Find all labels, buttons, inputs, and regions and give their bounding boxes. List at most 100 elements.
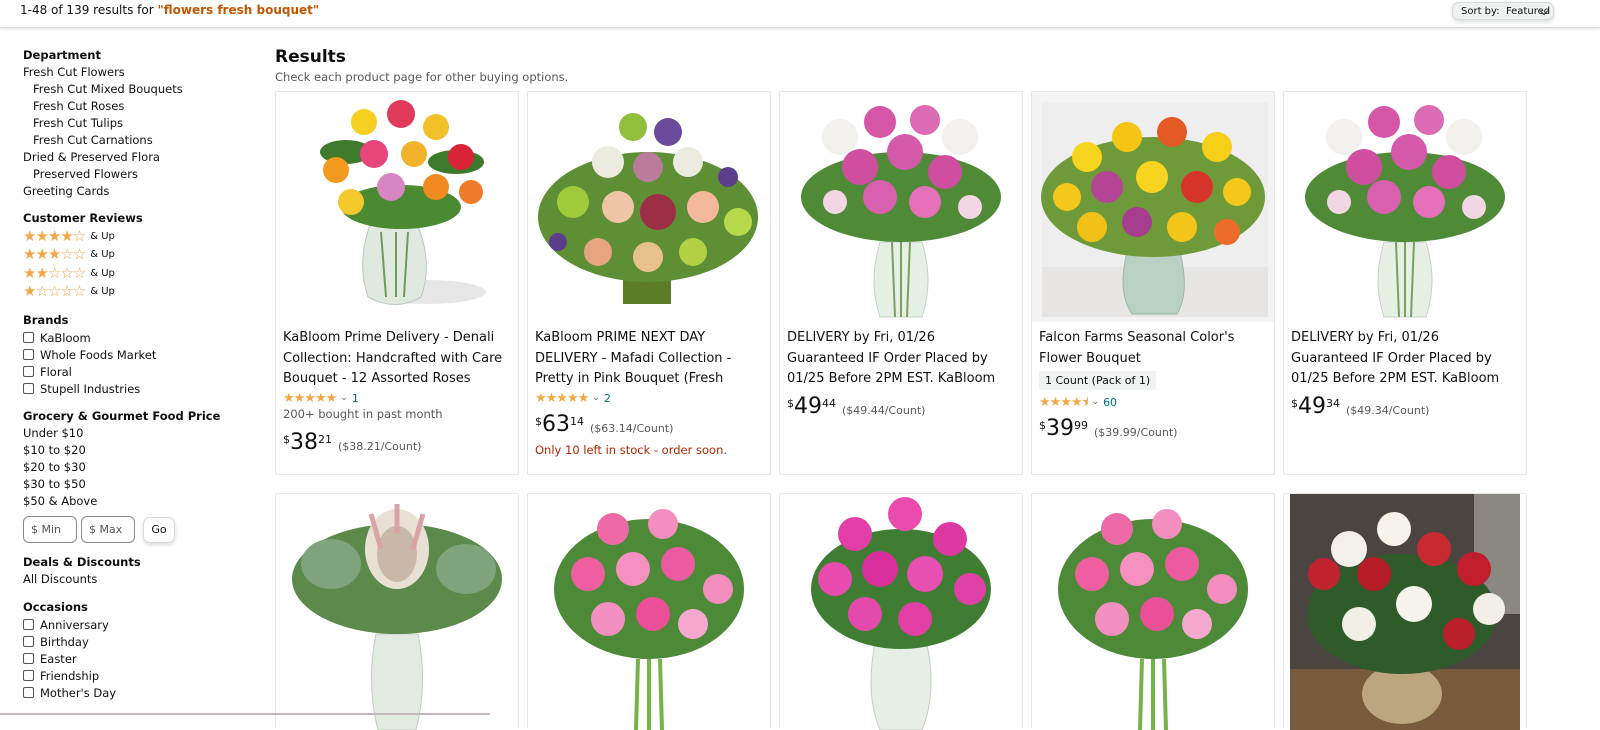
occasion-label: Birthday: [40, 634, 89, 649]
star-rating-icon: ★☆☆☆☆: [23, 282, 86, 301]
brands-heading: Brands: [23, 313, 69, 327]
price-range-inputs: $ Min $ Max Go: [23, 516, 243, 543]
brand-filter[interactable]: Whole Foods Market: [23, 346, 243, 363]
rating-count[interactable]: 1: [352, 392, 359, 405]
product-card[interactable]: DELIVERY by Fri, 01/26 Guaranteed IF Ord…: [1283, 91, 1527, 475]
product-image[interactable]: [1284, 92, 1526, 322]
department-link[interactable]: Fresh Cut Carnations: [23, 132, 243, 149]
star-rating-icon: ★★★☆☆: [23, 245, 86, 264]
search-query: "flowers fresh bouquet": [157, 3, 320, 17]
price-range-link[interactable]: $30 to $50: [23, 476, 243, 493]
all-discounts-link[interactable]: All Discounts: [23, 571, 243, 588]
rating-count[interactable]: 60: [1103, 396, 1117, 409]
department-link[interactable]: Fresh Cut Flowers: [23, 64, 243, 81]
product-image[interactable]: [1284, 494, 1526, 730]
sort-dropdown[interactable]: Sort by: Featured: [1452, 2, 1554, 20]
occasion-filter[interactable]: Easter: [23, 650, 243, 667]
product-image[interactable]: [1032, 92, 1274, 322]
department-link[interactable]: Fresh Cut Roses: [23, 98, 243, 115]
product-title[interactable]: DELIVERY by Fri, 01/26 Guaranteed IF Ord…: [787, 328, 1015, 389]
checkbox[interactable]: [23, 687, 34, 698]
product-price[interactable]: $ 63 14 ($63.14/Count): [535, 411, 763, 443]
product-card[interactable]: KaBloom PRIME NEXT DAY DELIVERY - Mafadi…: [527, 91, 771, 475]
product-image[interactable]: [780, 494, 1022, 730]
product-image[interactable]: [528, 494, 770, 730]
currency-symbol: $: [535, 415, 542, 428]
brand-label: Stupell Industries: [40, 381, 141, 396]
product-card[interactable]: KaBloom Prime Delivery - Denali Collecti…: [275, 91, 519, 475]
star-rating-icon: ★★★★★: [283, 390, 337, 406]
results-heading: Results: [275, 47, 346, 67]
department-link[interactable]: Preserved Flowers: [23, 166, 243, 183]
checkbox[interactable]: [23, 619, 34, 630]
price-fraction: 99: [1074, 419, 1088, 432]
product-rating[interactable]: ★★★★⯨ ⌄ 60: [1039, 393, 1267, 411]
product-price[interactable]: $ 49 34 ($49.34/Count): [1291, 393, 1519, 425]
product-title[interactable]: KaBloom PRIME NEXT DAY DELIVERY - Mafadi…: [535, 328, 763, 389]
product-image[interactable]: [1032, 494, 1274, 730]
occasion-filter[interactable]: Birthday: [23, 633, 243, 650]
checkbox[interactable]: [23, 653, 34, 664]
product-price[interactable]: $ 39 99 ($39.99/Count): [1039, 415, 1267, 447]
department-link[interactable]: Fresh Cut Tulips: [23, 115, 243, 132]
product-rating[interactable]: ★★★★★ ⌄ 1: [283, 389, 511, 407]
checkbox[interactable]: [23, 366, 34, 377]
product-card[interactable]: Falcon Farms Seasonal Color's Flower Bou…: [1031, 91, 1275, 475]
checkbox[interactable]: [23, 332, 34, 343]
product-image[interactable]: [528, 92, 770, 322]
product-card[interactable]: DELIVERY by Fri, 01/26 Guaranteed IF Ord…: [779, 91, 1023, 475]
occasion-filter[interactable]: Anniversary: [23, 616, 243, 633]
rating-filter-1[interactable]: ★☆☆☆☆ & Up: [23, 283, 243, 302]
department-link[interactable]: Dried & Preserved Flora: [23, 149, 243, 166]
occasion-label: Anniversary: [40, 617, 109, 632]
product-title[interactable]: KaBloom Prime Delivery - Denali Collecti…: [283, 328, 511, 389]
price-whole: 49: [1298, 394, 1326, 419]
bought-count: 200+ bought in past month: [283, 407, 443, 421]
product-card[interactable]: [1031, 493, 1275, 730]
filter-sidebar: Department Fresh Cut Flowers Fresh Cut M…: [23, 46, 243, 701]
min-price-input[interactable]: $ Min: [23, 516, 77, 543]
product-image[interactable]: [780, 92, 1022, 322]
go-button[interactable]: Go: [143, 516, 175, 543]
brand-filter[interactable]: Stupell Industries: [23, 380, 243, 397]
currency-symbol: $: [787, 397, 794, 410]
checkbox[interactable]: [23, 349, 34, 360]
product-rating[interactable]: ★★★★★ ⌄ 2: [535, 389, 763, 407]
department-link[interactable]: Fresh Cut Mixed Bouquets: [23, 81, 243, 98]
product-title[interactable]: DELIVERY by Fri, 01/26 Guaranteed IF Ord…: [1291, 328, 1519, 389]
checkbox[interactable]: [23, 383, 34, 394]
price-range-link[interactable]: Under $10: [23, 425, 243, 442]
checkbox[interactable]: [23, 670, 34, 681]
price-range-link[interactable]: $20 to $30: [23, 459, 243, 476]
product-card[interactable]: [275, 493, 519, 730]
rating-count[interactable]: 2: [604, 392, 611, 405]
brand-filter[interactable]: KaBloom: [23, 329, 243, 346]
and-up-label: & Up: [90, 267, 115, 279]
price-fraction: 21: [318, 433, 332, 446]
product-price[interactable]: $ 38 21 ($38.21/Count): [283, 429, 511, 461]
product-card[interactable]: [527, 493, 771, 730]
occasion-filter[interactable]: Mother's Day: [23, 684, 243, 701]
unit-price: ($39.99/Count): [1094, 426, 1178, 439]
product-price[interactable]: $ 49 44 ($49.44/Count): [787, 393, 1015, 425]
price-range-link[interactable]: $10 to $20: [23, 442, 243, 459]
max-price-input[interactable]: $ Max: [81, 516, 135, 543]
brand-filter[interactable]: Floral: [23, 363, 243, 380]
rating-filter-2[interactable]: ★★☆☆☆ & Up: [23, 264, 243, 283]
department-link[interactable]: Greeting Cards: [23, 183, 243, 200]
checkbox[interactable]: [23, 636, 34, 647]
price-range-link[interactable]: $50 & Above: [23, 493, 243, 510]
product-title[interactable]: Falcon Farms Seasonal Color's Flower Bou…: [1039, 328, 1267, 369]
pack-size-badge: 1 Count (Pack of 1): [1039, 371, 1157, 390]
product-image[interactable]: [276, 92, 518, 322]
product-image[interactable]: [276, 494, 518, 730]
occasion-filter[interactable]: Friendship: [23, 667, 243, 684]
star-rating-icon: ★★☆☆☆: [23, 263, 86, 282]
rating-filter-3[interactable]: ★★★☆☆ & Up: [23, 246, 243, 265]
and-up-label: & Up: [90, 249, 115, 261]
rating-filter-4[interactable]: ★★★★☆ & Up: [23, 227, 243, 246]
unit-price: ($63.14/Count): [590, 422, 674, 435]
product-card[interactable]: [779, 493, 1023, 730]
product-card[interactable]: [1283, 493, 1527, 730]
price-whole: 63: [542, 412, 570, 437]
